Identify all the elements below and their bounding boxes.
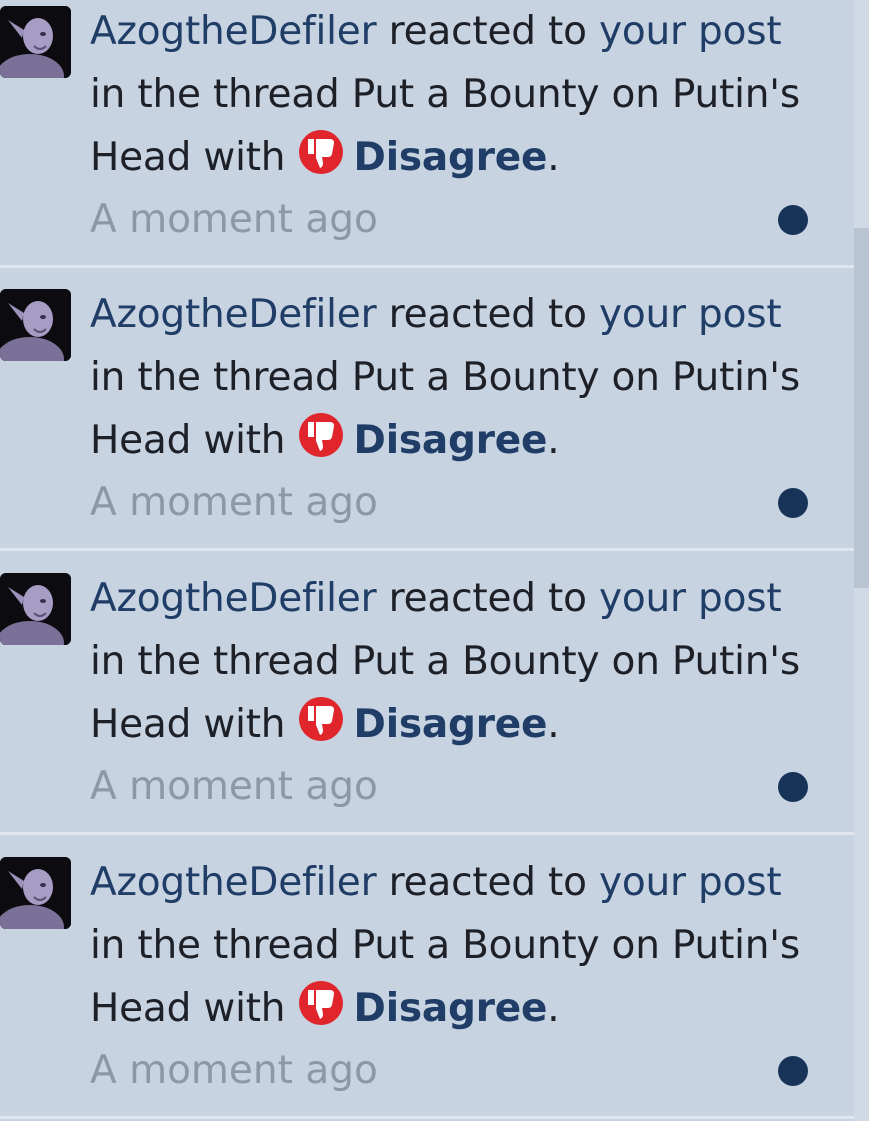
post-link[interactable]: your post (599, 860, 782, 905)
user-link[interactable]: AzogtheDefiler (90, 860, 377, 905)
text-reacted: reacted to (376, 292, 599, 337)
thumbs-down-icon (298, 413, 343, 457)
unread-dot-icon[interactable] (778, 205, 808, 235)
notification-text: AzogtheDefiler reacted to your post in t… (90, 283, 810, 472)
unread-dot-icon[interactable] (778, 488, 808, 518)
avatar[interactable] (0, 6, 71, 78)
reaction-name[interactable]: Disagree (354, 135, 548, 180)
notification-item[interactable]: AzogtheDefiler reacted to your post in t… (0, 283, 854, 551)
text-period: . (547, 418, 560, 463)
reaction-name[interactable]: Disagree (354, 418, 548, 463)
text-period: . (547, 986, 560, 1031)
notification-item[interactable]: AzogtheDefiler reacted to your post in t… (0, 851, 854, 1119)
notification-text: AzogtheDefiler reacted to your post in t… (90, 567, 810, 756)
reaction-name[interactable]: Disagree (354, 986, 548, 1031)
text-period: . (547, 702, 560, 747)
post-link[interactable]: your post (599, 9, 782, 54)
user-link[interactable]: AzogtheDefiler (90, 292, 377, 337)
timestamp: A moment ago (90, 197, 378, 242)
timestamp: A moment ago (90, 764, 378, 809)
timestamp: A moment ago (90, 1048, 378, 1093)
avatar-image (0, 6, 71, 78)
notification-item[interactable]: AzogtheDefiler reacted to your post in t… (0, 0, 854, 268)
post-link[interactable]: your post (599, 576, 782, 621)
text-reacted: reacted to (376, 860, 599, 905)
notification-list: AzogtheDefiler reacted to your post in t… (0, 0, 869, 1121)
text-reacted: reacted to (376, 576, 599, 621)
thumbs-down-icon (298, 130, 343, 174)
avatar[interactable] (0, 289, 71, 361)
text-period: . (547, 135, 560, 180)
scrollbar[interactable] (854, 228, 869, 588)
text-reacted: reacted to (376, 9, 599, 54)
reaction-name[interactable]: Disagree (354, 702, 548, 747)
notification-text: AzogtheDefiler reacted to your post in t… (90, 0, 810, 189)
timestamp: A moment ago (90, 480, 378, 525)
avatar-image (0, 857, 71, 929)
user-link[interactable]: AzogtheDefiler (90, 9, 377, 54)
thumbs-down-icon (298, 697, 343, 741)
unread-dot-icon[interactable] (778, 772, 808, 802)
notification-text: AzogtheDefiler reacted to your post in t… (90, 851, 810, 1040)
user-link[interactable]: AzogtheDefiler (90, 576, 377, 621)
post-link[interactable]: your post (599, 292, 782, 337)
avatar[interactable] (0, 573, 71, 645)
avatar[interactable] (0, 857, 71, 929)
avatar-image (0, 289, 71, 361)
thumbs-down-icon (298, 981, 343, 1025)
notification-item[interactable]: AzogtheDefiler reacted to your post in t… (0, 567, 854, 835)
unread-dot-icon[interactable] (778, 1056, 808, 1086)
avatar-image (0, 573, 71, 645)
